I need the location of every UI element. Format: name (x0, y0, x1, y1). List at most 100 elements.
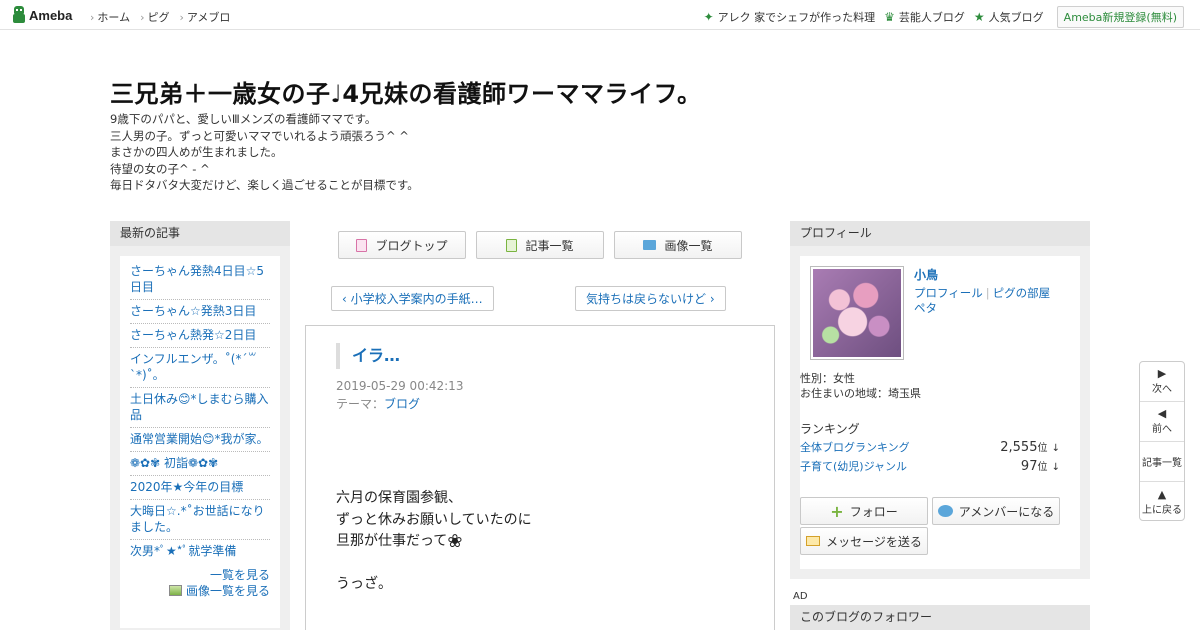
profile-name[interactable]: 小鳥 (914, 266, 938, 283)
recent-article-link[interactable]: 次男*ﾟ★*ﾟ就学準備 (130, 540, 270, 563)
profile-region: お住まいの地域：埼玉県 (800, 387, 921, 400)
blog-title[interactable]: 三兄弟＋一歳女の子♩4兄妹の看護師ワーママライフ。 (110, 74, 702, 109)
follow-button[interactable]: + フォロー (800, 497, 928, 525)
next-article-button[interactable]: 気持ちは戻らないけど › (575, 286, 726, 311)
back-to-top-label: 上に戻る (1142, 504, 1182, 516)
documents-icon (506, 238, 518, 252)
recent-article-label[interactable]: さーちゃん熱発☆2日目 (130, 328, 256, 342)
article-title[interactable]: イラ… (336, 343, 400, 369)
article-theme: テーマ：ブログ (336, 395, 420, 412)
recent-article-link[interactable]: さーちゃん発熱4日目☆5日目 (130, 260, 270, 300)
recent-article-label[interactable]: 2020年★今年の目標 (130, 480, 243, 494)
camera-icon (643, 240, 657, 250)
recent-article-label[interactable]: 大晦日☆.*˚お世話になりました。 (130, 504, 265, 534)
recent-articles-panel: 最新の記事 さーちゃん発熱4日目☆5日目 さーちゃん☆発熱3日目 さーちゃん熱発… (110, 221, 290, 630)
ranking-heading: ランキング (800, 422, 860, 436)
sparkle-icon: ✦ (703, 10, 714, 24)
recent-article-label[interactable]: ❁✿✾ 初詣❁✿✾ (130, 456, 218, 470)
celebrity-blog-link[interactable]: ♛ 芸能人ブログ (884, 9, 965, 25)
star-icon: ★ (973, 10, 985, 24)
nav-home[interactable]: ホーム (90, 9, 130, 25)
recent-article-link[interactable]: ❁✿✾ 初詣❁✿✾ (130, 452, 270, 476)
peta-link[interactable]: ペタ (914, 301, 937, 315)
arrow-up-icon: ▲ (1157, 487, 1167, 501)
recent-article-link[interactable]: 2020年★今年の目標 (130, 476, 270, 500)
avatar-image (813, 269, 901, 357)
arrow-right-icon: ▶ (1157, 367, 1167, 380)
profile-info: 性別：女性 お住まいの地域：埼玉県 (800, 371, 921, 401)
featured-link[interactable]: ✦ アレク 家でシェフが作った料理 (704, 9, 876, 25)
theme-link[interactable]: ブログ (384, 397, 420, 411)
article-list-float-button[interactable]: 記事一覧 (1140, 442, 1184, 482)
pigg-room-link[interactable]: ピグの部屋 (993, 286, 1051, 300)
recent-article-link[interactable]: さーちゃん熱発☆2日目 (130, 324, 270, 348)
recent-article-label[interactable]: インフルエンザ。˚(*´꒳`*)˚。 (130, 352, 257, 382)
see-images-label[interactable]: 画像一覧を見る (186, 584, 270, 598)
recent-article-link[interactable]: さーちゃん☆発熱3日目 (130, 300, 270, 324)
recent-article-label[interactable]: 土日休み😊*しまむら購入品 (130, 392, 269, 422)
crown-icon: ♛ (884, 10, 895, 24)
see-images-link[interactable]: 画像一覧を見る (130, 583, 270, 599)
profile-heading: プロフィール (790, 221, 1090, 246)
article-line: ずっと休みお願いしていたのに (336, 511, 532, 528)
ranking-number: 2,555 (1000, 440, 1038, 455)
see-all-label[interactable]: 一覧を見る (210, 568, 270, 582)
send-message-button[interactable]: メッセージを送る (800, 527, 928, 555)
blog-top-label: ブログトップ (375, 238, 448, 253)
amember-label: アメンバーになる (958, 504, 1055, 519)
featured-link-label: アレク 家でシェフが作った料理 (717, 11, 876, 24)
blog-nav-buttons: ブログトップ 記事一覧 画像一覧 (338, 231, 742, 259)
profile-panel: プロフィール 小鳥 プロフィール | ピグの部屋 ペタ 性別：女性 お住まいの地域：… (790, 221, 1090, 579)
ranking-label[interactable]: 子育て(幼児)ジャンル (800, 458, 907, 474)
article-line: 旦那が仕事だって❀ (336, 531, 532, 553)
ranking-row: 子育て(幼児)ジャンル 97位 ↓ (800, 458, 1060, 474)
profile-link[interactable]: プロフィール (914, 286, 983, 300)
popular-blog-label: 人気ブログ (988, 11, 1044, 24)
trend-down-icon: ↓ (1051, 462, 1060, 473)
avatar[interactable] (810, 266, 904, 360)
ranking-label[interactable]: 全体ブログランキング (800, 439, 910, 455)
back-to-top-button[interactable]: ▲ 上に戻る (1140, 482, 1184, 522)
recent-article-label[interactable]: さーちゃん☆発熱3日目 (130, 304, 256, 318)
ranking-number: 97 (1020, 459, 1038, 474)
recent-articles-body: さーちゃん発熱4日目☆5日目 さーちゃん☆発熱3日目 さーちゃん熱発☆2日目 イ… (120, 256, 280, 628)
profile-links: プロフィール | ピグの部屋 ペタ (914, 286, 1064, 316)
nav-pigg[interactable]: ピグ (140, 9, 169, 25)
next-button[interactable]: ▶ 次へ (1140, 362, 1184, 402)
blog-top-button[interactable]: ブログトップ (338, 231, 466, 259)
flower-emoji-icon: ❀ (447, 531, 463, 552)
recent-article-link[interactable]: 通常営業開始😊*我が家。 (130, 428, 270, 452)
previous-button[interactable]: ◀ 前へ (1140, 402, 1184, 442)
popular-blog-link[interactable]: ★ 人気ブログ (974, 9, 1044, 25)
article-line: 六月の保育園参観、 (336, 490, 462, 506)
article-list-button[interactable]: 記事一覧 (476, 231, 604, 259)
recent-article-link[interactable]: インフルエンザ。˚(*´꒳`*)˚。 (130, 348, 270, 388)
article-date: 2019-05-29 00:42:13 (336, 379, 464, 393)
ranking-unit: 位 (1037, 462, 1048, 473)
next-label: 次へ (1152, 384, 1172, 395)
previous-label: 前へ (1152, 424, 1172, 435)
recent-article-label[interactable]: 次男*ﾟ★*ﾟ就学準備 (130, 544, 236, 558)
image-list-icon (168, 585, 182, 596)
article-list-label: 記事一覧 (525, 238, 574, 253)
floating-nav: ▶ 次へ ◀ 前へ 記事一覧 ▲ 上に戻る (1139, 361, 1185, 521)
nav-ameblo[interactable]: アメブロ (179, 9, 230, 25)
recent-article-link[interactable]: 大晦日☆.*˚お世話になりました。 (130, 500, 270, 540)
recent-article-label[interactable]: さーちゃん発熱4日目☆5日目 (130, 264, 264, 294)
article-list-float-label: 記事一覧 (1142, 458, 1182, 469)
ameba-logo[interactable]: Ameba (12, 6, 72, 24)
see-all-link[interactable]: 一覧を見る (130, 567, 270, 583)
ameba-logo-icon (12, 6, 26, 24)
register-button[interactable]: Ameba新規登録(無料) (1056, 6, 1184, 28)
plus-icon: + (830, 501, 844, 521)
blog-description: 9歳下のパパと、愛しいⅢメンズの看護師ママです。 三人男の子。ずっと可愛いママで… (110, 111, 419, 194)
recent-articles-heading: 最新の記事 (110, 221, 290, 246)
amember-button[interactable]: アメンバーになる (932, 497, 1060, 525)
previous-article-button[interactable]: ‹ 小学校入学案内の手紙… (331, 286, 494, 311)
ranking-value: 2,555位 ↓ (1000, 439, 1060, 455)
recent-article-label[interactable]: 通常営業開始😊*我が家。 (130, 432, 269, 446)
recent-article-link[interactable]: 土日休み😊*しまむら購入品 (130, 388, 270, 428)
arrow-left-icon: ◀ (1157, 407, 1167, 420)
article-line: うっざ。 (336, 576, 392, 592)
image-list-button[interactable]: 画像一覧 (614, 231, 742, 259)
